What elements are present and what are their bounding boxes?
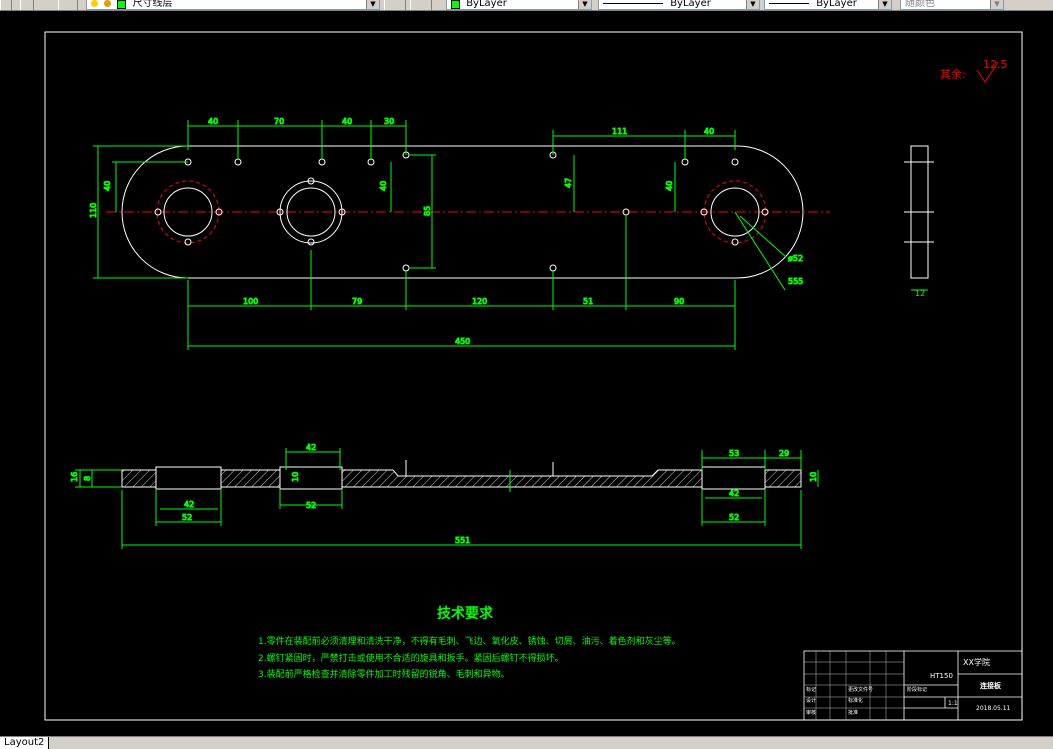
dim-text: 100 <box>243 297 258 306</box>
chevron-down-icon[interactable]: ▼ <box>990 0 1003 9</box>
tech-item: 1.零件在装配前必须清理和清洗干净，不得有毛刺、飞边、氧化皮、锈蚀、切屑、油污、… <box>258 635 681 647</box>
chevron-down-icon[interactable]: ▼ <box>746 0 759 9</box>
dim-text: 70 <box>274 117 284 126</box>
dim-text: 42 <box>306 443 316 452</box>
date-text: 2018.05.11 <box>976 705 1011 712</box>
linetype-value: ByLayer <box>670 0 711 9</box>
layer-prev-button[interactable] <box>58 0 78 10</box>
layer-name: 尺寸线层 <box>132 0 173 9</box>
layout-tabbar: Layout2 <box>0 736 1053 749</box>
plan-view <box>106 145 830 279</box>
school-text: XX学院 <box>963 657 990 667</box>
dim-text: 40 <box>379 181 388 191</box>
section-view <box>121 460 802 492</box>
section-outline <box>121 469 802 488</box>
layer-color-icon <box>117 0 127 9</box>
dim-text: 79 <box>352 297 362 306</box>
material-text: HT150 <box>930 672 953 680</box>
lightbulb-icon <box>91 0 98 7</box>
layer-dropdown[interactable]: 尺寸线层 ▼ <box>86 0 380 10</box>
chevron-down-icon[interactable]: ▼ <box>578 0 591 9</box>
section-dimensions: 16 8 42 53 29 42 52 52 42 52 10 10 551 <box>70 443 819 549</box>
dim-text: 16 <box>70 472 79 482</box>
linetype-sample <box>603 2 663 4</box>
title-block-text: HT150 XX学院 连接板 1:1 2018.05.11 阶段标记 标记 设计… <box>806 657 1011 716</box>
dim-text: 51 <box>583 297 593 306</box>
sun-icon <box>104 0 112 7</box>
make-current-layer-button[interactable] <box>384 0 406 10</box>
chevron-down-icon[interactable]: ▼ <box>366 0 379 9</box>
tech-title: 技术要求 <box>437 605 494 622</box>
lineweight-sample <box>769 2 809 4</box>
tech-item: 3.装配前严格检查并清除零件加工时残留的锐角、毛刺和异物。 <box>258 668 510 680</box>
dim-text: 40 <box>208 117 218 126</box>
dim-text: 85 <box>423 206 432 216</box>
dim-text: 450 <box>455 337 470 346</box>
layer-previous-button[interactable] <box>410 0 432 10</box>
plan-dimensions: 40 70 40 30 111 40 110 40 40 47 40 85 10… <box>89 117 804 350</box>
tb-label: 阶段标记 <box>907 686 927 693</box>
roughness-value: 12.5 <box>983 58 1008 71</box>
dim-text: 10 <box>809 472 818 482</box>
dim-text: 47 <box>564 178 573 188</box>
color-dropdown[interactable]: ByLayer ▼ <box>446 0 592 10</box>
dim-text: 120 <box>472 297 487 306</box>
tab-layout2[interactable]: Layout2 <box>0 737 50 749</box>
dim-text: 52 <box>729 513 739 522</box>
plotstyle-dropdown[interactable]: 随颜色 ▼ <box>900 0 1004 10</box>
dim-text: 111 <box>612 127 627 136</box>
dim-text: 52 <box>182 513 192 522</box>
part-name-text: 连接板 <box>980 681 1002 690</box>
dim-text: 555 <box>788 277 803 286</box>
lineweight-value: ByLayer <box>816 0 857 9</box>
roughness-symbol: 其余: 12.5 <box>940 58 1008 83</box>
tech-item: 2.螺钉紧固时，严禁打击或使用不合适的旋具和扳手。紧固后螺钉不得损坏。 <box>258 652 564 664</box>
layer-manager-button[interactable] <box>0 0 12 10</box>
color-value: ByLayer <box>466 0 507 9</box>
tb-label: 设计 <box>806 697 816 704</box>
tb-label: 批准 <box>848 709 858 716</box>
dim-text: 110 <box>89 203 98 218</box>
dim-text: 53 <box>729 449 739 458</box>
dim-text: 42 <box>729 489 739 498</box>
dim-text: 40 <box>342 117 352 126</box>
dim-text: 551 <box>455 536 470 545</box>
lineweight-dropdown[interactable]: ByLayer ▼ <box>764 0 892 10</box>
dim-text: 40 <box>665 181 674 191</box>
drawing-frame <box>44 31 1023 721</box>
dim-text: 30 <box>384 117 394 126</box>
dim-text: ø52 <box>788 254 803 263</box>
tech-requirements: 技术要求 1.零件在装配前必须清理和清洗干净，不得有毛刺、飞边、氧化皮、锈蚀、切… <box>258 605 681 680</box>
dim-text: 40 <box>103 181 112 191</box>
dim-text: 42 <box>184 500 194 509</box>
plotstyle-value: 随颜色 <box>905 0 935 9</box>
dim-text: 8 <box>83 476 92 481</box>
layer-state-button[interactable] <box>20 0 34 10</box>
scale-text: 1:1 <box>948 700 958 707</box>
drawing-canvas[interactable]: 其余: 12.5 40 70 40 30 111 40 110 40 40 47… <box>0 11 1053 736</box>
roughness-label: 其余: <box>940 67 966 81</box>
dim-text: 29 <box>779 449 789 458</box>
side-view: 12 <box>904 145 934 298</box>
dim-text: 40 <box>704 127 714 136</box>
tb-label: 标记 <box>806 686 816 693</box>
dim-text: 10 <box>291 472 300 482</box>
chevron-down-icon[interactable]: ▼ <box>878 0 891 9</box>
color-swatch-icon <box>451 0 460 9</box>
tb-label: 更改文件号 <box>848 686 873 693</box>
tb-label: 审核 <box>806 709 816 716</box>
dim-text: 12 <box>915 289 925 298</box>
dim-text: 90 <box>674 297 684 306</box>
dim-text: 52 <box>306 501 316 510</box>
linetype-dropdown[interactable]: ByLayer ▼ <box>598 0 760 10</box>
tb-label: 标准化 <box>848 697 863 704</box>
tab-label: Layout2 <box>4 737 45 748</box>
properties-toolbar: 尺寸线层 ▼ ByLayer ▼ ByLayer ▼ ByLayer ▼ 随颜色… <box>0 0 1053 11</box>
